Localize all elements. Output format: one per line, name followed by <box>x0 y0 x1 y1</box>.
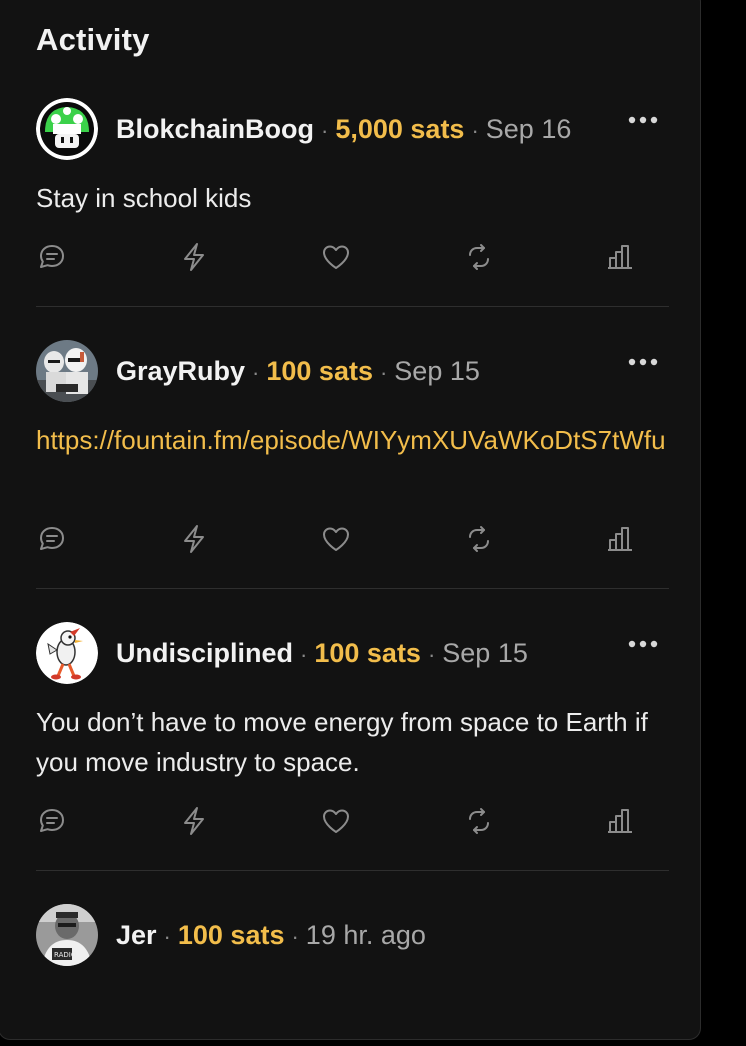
repost-icon[interactable] <box>463 805 495 837</box>
heart-icon[interactable] <box>320 805 352 837</box>
action-bar <box>36 805 669 839</box>
avatar[interactable] <box>36 622 98 684</box>
divider <box>36 306 669 307</box>
post-header: BlokchainBoog · 5,000 sats · Sep 16 <box>36 98 669 162</box>
activity-item: BlokchainBoog · 5,000 sats · Sep 16 Stay in … <box>36 98 669 308</box>
episode-link[interactable]: https://fountain.fm/episode/WIYymXUVaWKo… <box>36 425 666 455</box>
separator-dot: · <box>321 118 329 143</box>
post-meta: Undisciplined · 100 sats · Sep 15 <box>116 636 528 672</box>
ellipsis-icon[interactable] <box>627 110 661 130</box>
bar-chart-icon[interactable] <box>605 805 637 837</box>
ellipsis-icon[interactable] <box>627 352 661 372</box>
repost-icon[interactable] <box>463 241 495 273</box>
speech-bubble-icon[interactable] <box>36 241 68 273</box>
post-meta: Jer · 100 sats · 19 hr. ago <box>116 918 426 954</box>
action-bar <box>36 241 669 275</box>
post-header: RADIO Jer · 100 sats · 19 hr. ago <box>36 904 669 968</box>
speech-bubble-icon[interactable] <box>36 805 68 837</box>
post-date[interactable]: 19 hr. ago <box>306 920 426 950</box>
divider <box>36 870 669 871</box>
post-meta: BlokchainBoog · 5,000 sats · Sep 16 <box>116 112 571 148</box>
author-name[interactable]: Jer <box>116 920 157 950</box>
post-date[interactable]: Sep 16 <box>486 114 572 144</box>
svg-text:RADIO: RADIO <box>54 951 77 959</box>
author-name[interactable]: BlokchainBoog <box>116 114 314 144</box>
sats-amount[interactable]: 100 sats <box>266 356 373 386</box>
post-text: https://fountain.fm/episode/WIYymXUVaWKo… <box>36 420 666 460</box>
action-bar <box>36 523 669 557</box>
separator-dot: · <box>291 924 299 949</box>
author-name[interactable]: GrayRuby <box>116 356 245 386</box>
sats-amount[interactable]: 5,000 sats <box>335 114 464 144</box>
post-text: You don’t have to move energy from space… <box>36 707 648 777</box>
post-header: Undisciplined · 100 sats · Sep 15 <box>36 622 669 686</box>
divider <box>36 588 669 589</box>
heart-icon[interactable] <box>320 241 352 273</box>
post-text: Stay in school kids <box>36 183 252 213</box>
bar-chart-icon[interactable] <box>605 523 637 555</box>
post-header: GrayRuby · 100 sats · Sep 15 <box>36 340 669 404</box>
page-title: Activity <box>36 22 150 57</box>
bar-chart-icon[interactable] <box>605 241 637 273</box>
heart-icon[interactable] <box>320 523 352 555</box>
ellipsis-icon[interactable] <box>627 634 661 654</box>
activity-item: RADIO Jer · 100 sats · 19 hr. ago <box>36 904 669 984</box>
post-date[interactable]: Sep 15 <box>442 638 528 668</box>
post-meta: GrayRuby · 100 sats · Sep 15 <box>116 354 480 390</box>
avatar[interactable] <box>36 340 98 402</box>
lightning-icon[interactable] <box>178 523 210 555</box>
lightning-icon[interactable] <box>178 805 210 837</box>
avatar[interactable] <box>36 98 98 160</box>
sats-amount[interactable]: 100 sats <box>314 638 421 668</box>
separator-dot: · <box>471 118 479 143</box>
post-date[interactable]: Sep 15 <box>394 356 480 386</box>
background-strip <box>702 0 746 1046</box>
activity-item: Undisciplined · 100 sats · Sep 15 You don’t … <box>36 622 669 872</box>
avatar[interactable]: RADIO <box>36 904 98 966</box>
author-name[interactable]: Undisciplined <box>116 638 293 668</box>
separator-dot: · <box>379 360 388 385</box>
lightning-icon[interactable] <box>178 241 210 273</box>
separator-dot: · <box>252 360 260 385</box>
sats-amount[interactable]: 100 sats <box>178 920 285 950</box>
separator-dot: · <box>427 642 436 667</box>
activity-item: GrayRuby · 100 sats · Sep 15 https://fountai… <box>36 340 669 590</box>
repost-icon[interactable] <box>463 523 495 555</box>
speech-bubble-icon[interactable] <box>36 523 68 555</box>
separator-dot: · <box>300 642 308 667</box>
separator-dot: · <box>163 924 171 949</box>
